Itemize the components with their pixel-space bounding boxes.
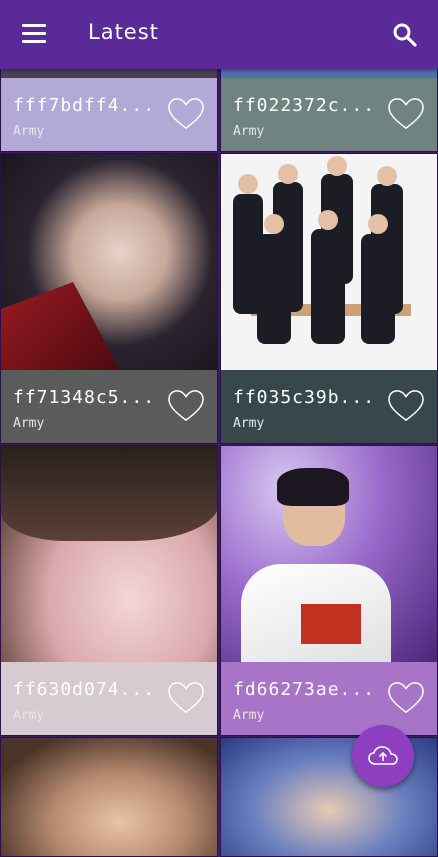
wallpaper-id: fff7bdff4...: [13, 95, 156, 116]
wallpaper-thumbnail: [221, 446, 437, 664]
wallpaper-info: ff022372c... Army: [221, 78, 437, 151]
wallpaper-thumbnail: [1, 738, 217, 856]
heart-icon[interactable]: [387, 97, 425, 131]
group-photo: [233, 156, 411, 344]
jacket-stripe: [301, 604, 361, 644]
app-bar: Latest: [0, 0, 438, 69]
wallpaper-id: ff630d074...: [13, 679, 156, 700]
wallpaper-card[interactable]: fd66273ae... Army: [220, 445, 438, 736]
wallpaper-thumbnail: [221, 154, 437, 372]
jacket-shape: [1, 282, 121, 372]
wallpaper-info: ff035c39b... Army: [221, 370, 437, 443]
wallpaper-card[interactable]: ff035c39b... Army: [220, 153, 438, 444]
wallpaper-info: fd66273ae... Army: [221, 662, 437, 735]
heart-icon[interactable]: [387, 389, 425, 423]
hair-shape: [277, 468, 349, 506]
wallpaper-info: fff7bdff4... Army: [1, 78, 217, 151]
wallpaper-card[interactable]: ff630d074... Army: [0, 445, 218, 736]
wallpaper-thumbnail: [1, 154, 217, 372]
wallpaper-id: ff71348c5...: [13, 387, 156, 408]
wallpaper-id: fd66273ae...: [233, 679, 376, 700]
wallpaper-card[interactable]: ff71348c5... Army: [0, 153, 218, 444]
heart-icon[interactable]: [387, 681, 425, 715]
wallpaper-card[interactable]: [0, 737, 218, 857]
cloud-upload-icon: [368, 746, 398, 765]
wallpaper-category: Army: [233, 416, 265, 431]
wallpaper-id: ff022372c...: [233, 95, 376, 116]
upload-button[interactable]: [352, 725, 414, 787]
wallpaper-category: Army: [13, 708, 45, 723]
search-icon[interactable]: [392, 22, 418, 48]
hair-shape: [1, 446, 217, 541]
menu-icon[interactable]: [20, 24, 48, 46]
wallpaper-grid: fff7bdff4... Army ff022372c... Army ff71…: [0, 0, 438, 857]
page-title: Latest: [88, 20, 159, 44]
wallpaper-category: Army: [233, 708, 265, 723]
heart-icon[interactable]: [167, 97, 205, 131]
wallpaper-category: Army: [13, 416, 45, 431]
wallpaper-category: Army: [233, 124, 265, 139]
heart-icon[interactable]: [167, 389, 205, 423]
heart-icon[interactable]: [167, 681, 205, 715]
wallpaper-category: Army: [13, 124, 45, 139]
wallpaper-info: ff630d074... Army: [1, 662, 217, 735]
wallpaper-id: ff035c39b...: [233, 387, 376, 408]
wallpaper-thumbnail: [1, 446, 217, 664]
wallpaper-info: ff71348c5... Army: [1, 370, 217, 443]
